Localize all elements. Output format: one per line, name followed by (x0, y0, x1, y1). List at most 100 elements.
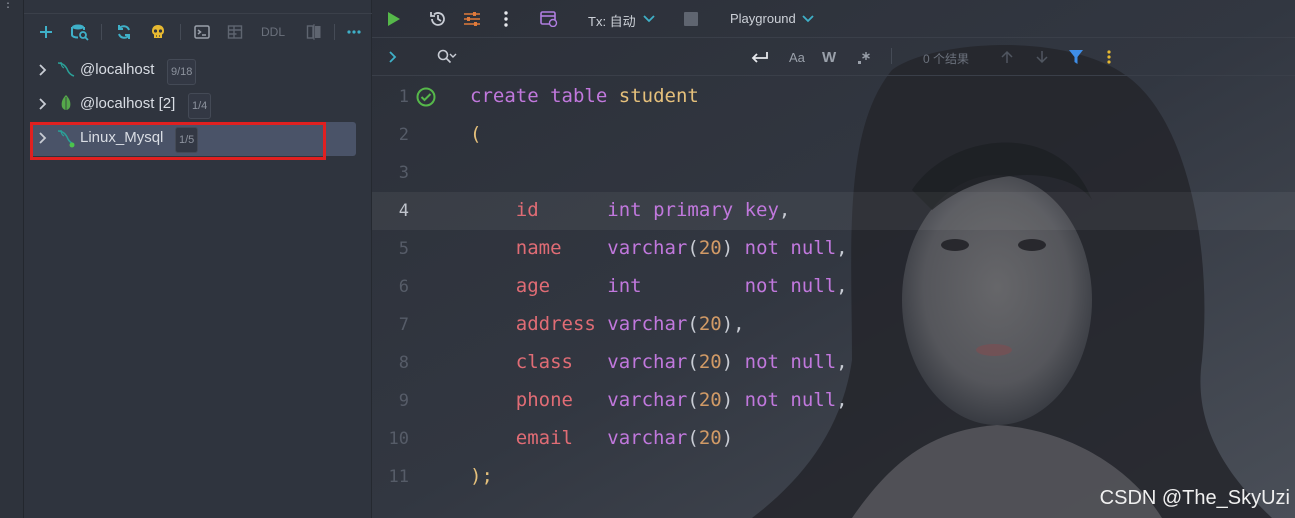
toolbar-separator (334, 24, 335, 40)
column-name: email (515, 427, 573, 449)
chevron-right-icon[interactable] (38, 62, 52, 78)
session-icon[interactable] (539, 8, 559, 30)
line-number: 3 (398, 163, 409, 183)
check-circle-icon[interactable] (415, 86, 437, 112)
type-length: 20 (698, 389, 722, 411)
database-search-icon[interactable] (70, 22, 90, 42)
column-name: phone (515, 389, 573, 411)
line-number: 9 (398, 391, 409, 411)
column-type: varchar (607, 237, 688, 259)
code-line[interactable]: class varchar(20) not null, (470, 351, 848, 373)
explorer-header (24, 0, 372, 14)
column-type: varchar (607, 313, 688, 335)
skull-icon[interactable] (148, 22, 168, 42)
arrow-up-icon[interactable] (999, 46, 1015, 68)
line-number: 8 (398, 353, 409, 373)
tree-item-badge: 1/4 (188, 93, 212, 119)
column-constraint: not null (744, 237, 837, 259)
code-line[interactable]: ); (470, 465, 493, 487)
toolbar-separator (891, 48, 892, 64)
column-type: varchar (607, 427, 688, 449)
code-line[interactable]: ( (470, 123, 481, 145)
line-number: 6 (398, 277, 409, 297)
editor-toolbar: Tx: 自动 Playground (372, 0, 1295, 38)
chevron-down-icon[interactable] (801, 8, 815, 30)
tree-item-localhost[interactable]: @localhost 9/18 (30, 54, 356, 88)
type-length: 20 (698, 313, 722, 335)
code-line[interactable]: address varchar(20), (470, 313, 745, 335)
regex-icon[interactable] (856, 47, 872, 69)
chevron-down-icon[interactable] (642, 8, 656, 30)
type-length: 20 (698, 351, 722, 373)
toolbar-separator (180, 24, 181, 40)
column-constraint: not null (744, 275, 837, 297)
find-bar: Aa W 0 个结果 (372, 38, 1295, 76)
play-icon[interactable] (384, 8, 404, 30)
column-name: name (515, 237, 562, 259)
column-type: int (607, 199, 642, 221)
playground-dropdown[interactable]: Playground (730, 11, 796, 26)
type-length: 20 (698, 427, 722, 449)
tree-item-label: @localhost [2] (80, 95, 176, 112)
tree-item-localhost-2[interactable]: @localhost [2] 1/4 (30, 88, 356, 122)
vertical-dots-icon[interactable] (496, 8, 516, 30)
column-type: varchar (607, 351, 688, 373)
column-name: class (515, 351, 573, 373)
line-number: 5 (398, 239, 409, 259)
column-type: varchar (607, 389, 688, 411)
column-name: age (515, 275, 551, 297)
more-icon[interactable] (344, 22, 364, 42)
tool-window-strip: ⋮ (0, 0, 24, 518)
explorer-toolbar: DDL (24, 18, 372, 46)
mysql-icon (56, 60, 76, 80)
line-number: 1 (398, 87, 409, 107)
table-icon[interactable] (225, 22, 245, 42)
console-icon[interactable] (192, 22, 212, 42)
sliders-icon[interactable] (462, 8, 482, 30)
type-length: 20 (698, 237, 722, 259)
arrow-down-icon[interactable] (1034, 46, 1050, 68)
column-name: address (515, 313, 596, 335)
tree-item-label: @localhost (80, 61, 155, 78)
line-number: 2 (398, 125, 409, 145)
watermark: CSDN @The_SkyUzi (1099, 487, 1290, 509)
refresh-icon[interactable] (114, 22, 134, 42)
database-explorer-panel: DDL @localhost 9/18 @localhost [2] 1/4 L… (24, 0, 372, 518)
column-constraint: primary key (653, 199, 779, 221)
line-number: 11 (388, 467, 409, 487)
code-line[interactable]: phone varchar(20) not null, (470, 389, 848, 411)
table-name: student (618, 85, 699, 107)
column-constraint: not null (744, 389, 837, 411)
compare-icon[interactable] (304, 22, 324, 42)
history-icon[interactable] (428, 8, 448, 30)
vertical-dots-icon[interactable] (1103, 46, 1115, 68)
newline-icon[interactable] (750, 46, 770, 68)
chevron-right-icon[interactable] (38, 96, 52, 112)
chevron-right-icon[interactable] (386, 46, 400, 68)
column-type: int (607, 275, 642, 297)
line-number: 4 (398, 201, 409, 221)
filter-icon[interactable] (1068, 46, 1084, 68)
sql-editor: Tx: 自动 Playground Aa W 0 个结果 1 2 3 4 5 6… (372, 0, 1295, 518)
column-constraint: not null (744, 351, 837, 373)
close-statement: ); (470, 465, 493, 487)
code-line[interactable]: name varchar(20) not null, (470, 237, 848, 259)
plus-icon[interactable] (36, 22, 56, 42)
search-result-count: 0 个结果 (923, 52, 970, 66)
search-icon[interactable] (436, 46, 458, 68)
code-line[interactable]: email varchar(20) (470, 427, 733, 449)
stop-icon[interactable] (681, 8, 701, 30)
line-number: 10 (388, 429, 409, 449)
line-number: 7 (398, 315, 409, 335)
code-line[interactable]: create table student (470, 85, 699, 107)
match-case-toggle[interactable]: Aa (789, 50, 805, 65)
ddl-button[interactable]: DDL (258, 22, 288, 42)
sql-keyword: create (470, 85, 539, 107)
transaction-mode-dropdown[interactable]: Tx: 自动 (588, 11, 636, 30)
tree-item-badge: 9/18 (167, 59, 197, 85)
more-icon[interactable]: ⋮ (2, 0, 14, 10)
whole-words-toggle[interactable]: W (822, 49, 836, 66)
code-line[interactable]: id int primary key, (470, 199, 791, 221)
toolbar-separator (101, 24, 102, 40)
code-line[interactable]: age int not null, (470, 275, 848, 297)
